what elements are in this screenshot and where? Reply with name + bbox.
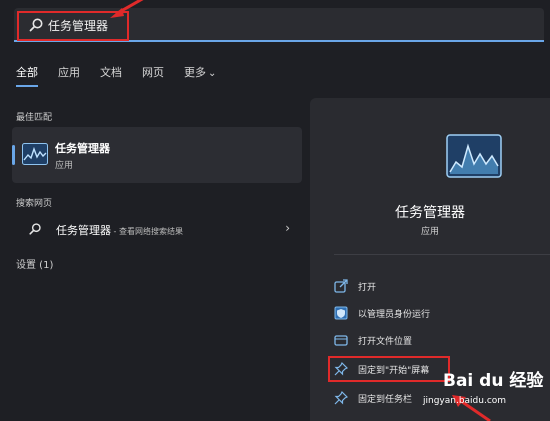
annotation-highlight-box (328, 356, 450, 382)
tab-more[interactable]: 更多 ⌄ (184, 64, 216, 80)
web-search-result[interactable]: 任务管理器 - 查看网络搜索结果 › (16, 217, 292, 241)
search-bar[interactable]: 任务管理器 (14, 8, 544, 42)
chevron-right-icon: › (285, 221, 290, 235)
action-label: 以管理员身份运行 (358, 310, 431, 320)
tab-apps[interactable]: 应用 (58, 64, 80, 80)
web-search-heading: 搜索网页 (16, 199, 53, 209)
web-search-text: 任务管理器 - 查看网络搜索结果 (56, 222, 183, 238)
action-run-as-admin[interactable]: 以管理员身份运行 (334, 303, 534, 323)
best-match-result[interactable]: 任务管理器 应用 (12, 127, 302, 183)
web-search-query: 任务管理器 (56, 224, 111, 237)
best-match-type: 应用 (55, 161, 74, 171)
tab-web[interactable]: 网页 (142, 64, 164, 80)
action-label: 打开 (358, 283, 377, 293)
watermark-logo: Bai du 经验 (443, 371, 544, 391)
folder-icon (334, 335, 348, 346)
pin-icon (334, 391, 348, 405)
filter-tabs: 全部 应用 文档 网页 更多 ⌄ (16, 64, 236, 87)
open-icon (334, 279, 348, 293)
action-open[interactable]: 打开 (334, 276, 534, 296)
divider (334, 254, 550, 255)
web-search-suffix: - 查看网络搜索结果 (111, 227, 183, 236)
selection-accent (12, 145, 15, 165)
action-open-file-location[interactable]: 打开文件位置 (334, 330, 534, 350)
best-match-heading: 最佳匹配 (16, 113, 53, 123)
panel-subtitle: 应用 (420, 227, 439, 237)
annotation-arrow-icon (110, 0, 144, 18)
task-manager-icon (22, 143, 48, 165)
panel-title: 任务管理器 (395, 205, 465, 221)
baidu-watermark: Bai du 经验 jingyan.baidu.com (423, 366, 550, 414)
chevron-down-icon: ⌄ (208, 68, 217, 79)
search-icon (29, 223, 41, 235)
settings-heading[interactable]: 设置 (1) (16, 256, 53, 271)
shield-icon (334, 306, 348, 320)
tab-more-label: 更多 (184, 66, 206, 79)
task-manager-large-icon (446, 134, 502, 178)
best-match-name: 任务管理器 (55, 142, 110, 155)
tab-all[interactable]: 全部 (16, 64, 38, 87)
tab-documents[interactable]: 文档 (100, 64, 122, 80)
action-label: 固定到任务栏 (358, 395, 413, 405)
watermark-url: jingyan.baidu.com (423, 396, 507, 406)
action-label: 打开文件位置 (358, 337, 413, 347)
